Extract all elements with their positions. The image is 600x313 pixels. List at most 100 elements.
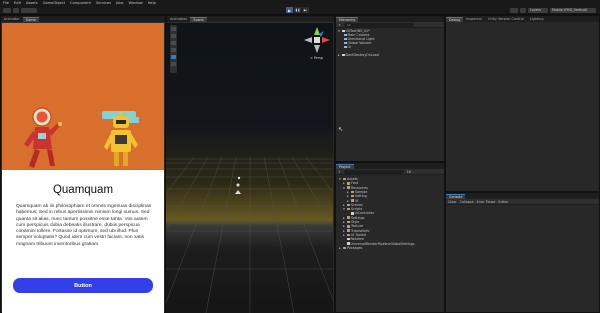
hierarchy-item-label: UI <box>347 45 351 49</box>
folder-icon <box>347 233 350 237</box>
folder-icon <box>343 246 346 250</box>
search-icon[interactable] <box>520 8 526 13</box>
folder-icon <box>347 229 350 232</box>
game-canvas[interactable]: Quamquam Quamquam ab iis philosophiam et… <box>2 23 164 313</box>
tab-game[interactable]: Game <box>22 17 39 22</box>
tab-animation-label: Animation <box>170 17 188 21</box>
folder-icon <box>343 177 346 181</box>
project-panel: Project + 16 ▾ Assets ▸ Font ▾ Resources ▸ Samp… <box>335 162 445 313</box>
gameobject-icon <box>344 45 347 49</box>
folder-icon <box>347 207 350 211</box>
folder-icon <box>347 220 350 224</box>
project-tree-label: Packages <box>347 245 363 250</box>
menu-file[interactable]: File <box>3 1 9 5</box>
menu-help[interactable]: Help <box>148 1 156 5</box>
scale-tool-icon[interactable] <box>171 48 176 52</box>
clear-button[interactable]: Clear <box>448 200 457 204</box>
folder-icon <box>351 199 354 202</box>
tab-hierarchy-label: Hierarchy <box>339 17 356 22</box>
expand-arrow-icon[interactable]: ▸ <box>338 246 342 250</box>
version-control-button[interactable] <box>21 8 37 13</box>
scene-icon <box>342 29 345 33</box>
tab-animator-label: Animator <box>4 17 20 21</box>
scene-grid <box>166 156 333 313</box>
step-button[interactable]: ▶| <box>302 7 309 13</box>
file-icon <box>347 237 350 241</box>
menu-services[interactable]: Services <box>96 1 111 5</box>
tab-scene[interactable]: Scene <box>190 17 207 22</box>
gameobject-icon <box>344 33 347 37</box>
hierarchy-panel: Hierarchy + All ▾ UI/Text/NS_01* Main Cam… <box>335 15 445 162</box>
console-panel: Console Clear Collapse Error Pause Edito… <box>445 192 600 313</box>
folder-icon <box>347 186 350 189</box>
tab-version-control-label: Unity Version Control <box>487 17 524 21</box>
pause-button[interactable]: ❚❚ <box>294 7 301 13</box>
menu-gameobject[interactable]: GameObject <box>43 1 65 5</box>
account-button[interactable] <box>3 8 11 13</box>
tab-version-control[interactable]: Unity Version Control <box>485 17 527 22</box>
tab-inspector[interactable]: Inspector <box>463 17 485 22</box>
expand-arrow-icon[interactable]: ▾ <box>337 29 341 33</box>
tab-lighting[interactable]: Lighting <box>527 17 547 22</box>
file-icon <box>351 212 354 215</box>
folder-icon <box>347 203 350 207</box>
expand-arrow-icon[interactable]: ▸ <box>337 53 341 57</box>
cloud-icon[interactable] <box>13 8 19 13</box>
inspector-panel: Debug Inspector Unity Version Control Li… <box>445 15 600 192</box>
card-button[interactable]: Button <box>13 278 153 293</box>
mouse-cursor-icon: ↖ <box>338 126 344 133</box>
editor-dropdown[interactable]: Editor <box>498 200 508 204</box>
menu-window[interactable]: Window <box>129 1 143 5</box>
tab-scene-label: Scene <box>193 17 204 22</box>
project-search-input[interactable] <box>343 169 404 174</box>
console-toolbar: Clear Collapse Error Pause Editor <box>446 199 599 205</box>
tab-hierarchy[interactable]: Hierarchy <box>336 17 359 22</box>
hierarchy-row[interactable]: ▸ DontDestroyOnLoad <box>337 53 379 57</box>
gameobject-icon <box>344 41 347 45</box>
orientation-gizmo[interactable]: < Persp <box>302 25 332 63</box>
folder-icon <box>351 190 354 194</box>
hierarchy-add-button[interactable]: + <box>338 23 341 27</box>
menu-assets[interactable]: Assets <box>26 1 38 5</box>
rotate-tool-icon[interactable] <box>171 41 176 45</box>
card-title: Quamquam <box>52 184 114 196</box>
play-button[interactable]: ▶ <box>286 7 293 13</box>
hierarchy-row[interactable]: UI <box>344 45 351 49</box>
menu-jobs[interactable]: Jobs <box>116 1 123 5</box>
tab-console[interactable]: Console <box>446 194 466 199</box>
gameobject-icon <box>344 37 347 41</box>
tab-inspector-label: Inspector <box>466 17 482 21</box>
tab-lighting-label: Lighting <box>529 17 544 21</box>
persp-label[interactable]: < Persp <box>310 56 323 60</box>
hand-tool-icon[interactable] <box>171 27 176 31</box>
scene-icon <box>342 53 345 57</box>
card-body: Quamquam ab iis philosophiam et omnes in… <box>16 204 152 247</box>
undo-history-icon[interactable] <box>510 8 518 13</box>
astronaut-robot-illustration <box>2 23 164 170</box>
folder-icon <box>347 182 350 185</box>
folder-icon <box>351 194 354 198</box>
tab-animator[interactable]: Animator <box>1 17 23 22</box>
axis-gizmo-icon <box>304 27 330 53</box>
hierarchy-search-input[interactable]: All <box>343 22 414 27</box>
tab-debug[interactable]: Debug <box>446 17 464 22</box>
scene-canvas[interactable]: < Persp <box>166 23 333 313</box>
layers-dropdown[interactable]: Layers <box>528 8 548 13</box>
layout-dropdown[interactable]: Mobile (FHD_Vertical) <box>550 8 596 13</box>
tab-animation[interactable]: Animation <box>167 17 190 22</box>
folder-icon <box>347 225 350 228</box>
hero-illustration <box>2 23 164 170</box>
transform-tool-icon[interactable] <box>171 62 176 66</box>
error-pause-button[interactable]: Error Pause <box>477 200 496 204</box>
collapse-button[interactable]: Collapse <box>460 200 474 204</box>
hierarchy-toolbar: + All <box>336 22 444 28</box>
rect-tool-icon[interactable] <box>171 55 176 59</box>
tab-project[interactable]: Project <box>336 164 354 169</box>
project-add-button[interactable]: + <box>338 170 341 174</box>
inspector-tabbar: Debug Inspector Unity Version Control Li… <box>446 16 599 22</box>
menu-component[interactable]: Component <box>70 1 91 5</box>
tool-palette <box>170 25 177 73</box>
menu-edit[interactable]: Edit <box>14 1 21 5</box>
project-tree-row[interactable]: ▸ Packages <box>338 246 362 250</box>
move-tool-icon[interactable] <box>171 34 176 38</box>
